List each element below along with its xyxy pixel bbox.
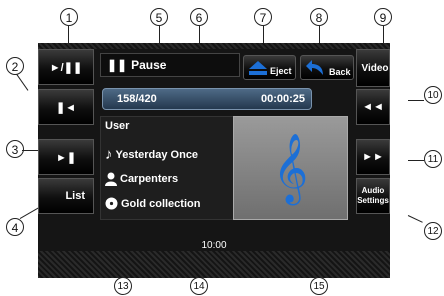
person-icon [105, 172, 117, 186]
disc-icon [105, 197, 118, 210]
audio-settings-button[interactable]: Audio Settings [356, 178, 390, 214]
video-label: Video [361, 62, 389, 74]
source-label: User [105, 120, 130, 132]
back-arrow-icon [306, 59, 323, 75]
callout-3: 3 [6, 140, 24, 158]
source-row: User [105, 120, 129, 132]
callout-14: 14 [190, 277, 208, 295]
back-button[interactable]: Back [300, 55, 354, 80]
callout-12: 12 [424, 222, 442, 240]
rewind-button[interactable]: ◄◄ [356, 89, 390, 125]
album-art: 𝄞 [233, 116, 348, 220]
back-label: Back [329, 67, 351, 77]
treble-clef-icon: 𝄞 [272, 133, 309, 203]
rewind-icon: ◄◄ [362, 101, 384, 113]
callout-7: 7 [254, 8, 272, 26]
song-title: Yesterday Once [115, 148, 199, 161]
play-pause-icon: ►/❚❚ [49, 61, 83, 74]
prev-track-icon: ❚◄ [55, 101, 77, 114]
music-note-icon: ♪ [105, 146, 113, 163]
next-track-icon: ►❚ [55, 151, 77, 164]
eject-icon [249, 60, 267, 75]
list-button[interactable]: List [38, 178, 94, 214]
pause-icon: ❚❚ [107, 58, 128, 72]
clock: 10:00 [201, 240, 227, 251]
callout-9: 9 [374, 8, 392, 26]
track-counter: 158/420 [117, 93, 157, 105]
elapsed-time: 00:00:25 [260, 93, 305, 105]
artist-name: Carpenters [120, 173, 179, 185]
list-label: List [65, 190, 85, 202]
album-name: Gold collection [121, 197, 201, 210]
audio-settings-label: Audio Settings [357, 186, 389, 205]
callout-6: 6 [190, 8, 208, 26]
previous-track-button[interactable]: ❚◄ [38, 89, 94, 125]
eject-label: Eject [270, 66, 292, 76]
album-row: Gold collection [105, 197, 200, 210]
status-text: Pause [131, 58, 167, 72]
callout-2: 2 [6, 57, 24, 75]
track-progress-bar: 158/420 00:00:25 [102, 88, 312, 110]
callout-1: 1 [60, 8, 78, 26]
callout-13: 13 [114, 277, 132, 295]
play-pause-button[interactable]: ►/❚❚ [38, 49, 94, 85]
callout-8: 8 [310, 8, 328, 26]
next-track-button[interactable]: ►❚ [38, 139, 94, 175]
callout-5: 5 [150, 8, 168, 26]
eject-button[interactable]: Eject [243, 55, 296, 80]
video-button[interactable]: Video [356, 49, 390, 87]
fast-forward-icon: ►► [362, 151, 384, 163]
title-row: ♪ Yesterday Once [105, 146, 198, 163]
callout-15: 15 [310, 277, 328, 295]
fast-forward-button[interactable]: ►► [356, 139, 390, 175]
callout-10: 10 [424, 86, 442, 104]
media-player-screen: ►/❚❚ ❚◄ ►❚ List ❚❚ Pause Eject Back Vide… [38, 43, 390, 278]
callout-4: 4 [6, 218, 24, 236]
callout-11: 11 [424, 150, 442, 168]
artist-row: Carpenters [105, 172, 178, 186]
playback-status: ❚❚ Pause [100, 53, 240, 77]
